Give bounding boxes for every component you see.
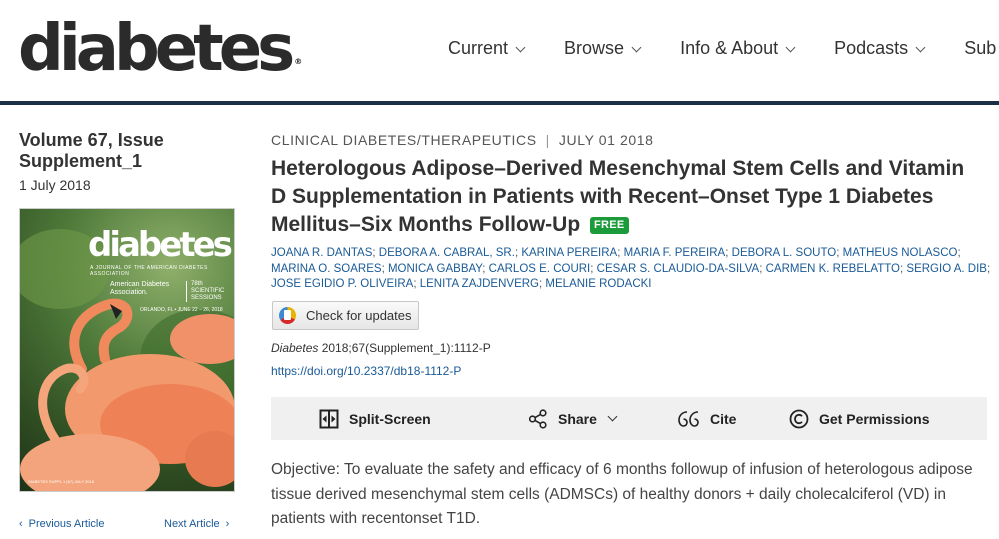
- site-header: diabetes ® Current Browse Info & About Po…: [0, 0, 999, 101]
- issue-date: 1 July 2018: [19, 177, 91, 193]
- author-link[interactable]: JOSE EGIDIO P. OLIVEIRA: [271, 278, 413, 290]
- cover-subtitle: A JOURNAL OF THE AMERICAN DIABETES ASSOC…: [90, 265, 208, 277]
- issue-title[interactable]: Volume 67, Issue Supplement_1: [19, 130, 219, 172]
- author-link[interactable]: MATHEUS NOLASCO: [843, 247, 958, 259]
- author-separator: ;: [986, 262, 991, 275]
- author-separator: ;: [759, 262, 763, 275]
- crossmark-icon: [279, 307, 296, 324]
- author-link[interactable]: MARINA O. SOARES: [271, 263, 382, 275]
- meta-separator: |: [545, 132, 550, 148]
- author-separator: ;: [725, 247, 729, 259]
- author-separator: ;: [590, 262, 594, 275]
- issue-cover-image[interactable]: diabetes A JOURNAL OF THE AMERICAN DIABE…: [19, 208, 235, 492]
- quote-icon: [678, 410, 700, 428]
- author-link[interactable]: CARLOS E. COURI: [489, 263, 591, 275]
- chevron-down-icon: [515, 42, 526, 52]
- author-link[interactable]: SERGIO A. DIB: [906, 263, 987, 275]
- chevron-down-icon: [631, 42, 642, 52]
- author-separator: ;: [836, 247, 840, 259]
- cover-ada-text: American Diabetes Association.: [110, 281, 170, 296]
- citation: Diabetes 2018;67(Supplement_1):1112-P: [271, 341, 491, 355]
- cite-label: Cite: [710, 410, 737, 427]
- share-label: Share: [558, 410, 597, 427]
- get-permissions-button[interactable]: Get Permissions: [789, 397, 930, 440]
- author-separator: ;: [957, 247, 961, 259]
- cite-button[interactable]: Cite: [678, 397, 736, 440]
- split-screen-label: Split-Screen: [349, 410, 431, 427]
- author-link[interactable]: DEBORA L. SOUTO: [732, 247, 837, 259]
- author-link[interactable]: MELANIE RODACKI: [545, 278, 651, 290]
- author-separator: ;: [617, 247, 621, 259]
- check-for-updates-label: Check for updates: [306, 308, 412, 323]
- chevron-right-icon: ›: [225, 518, 230, 530]
- abstract-text: Objective: To evaluate the safety and ef…: [271, 461, 973, 527]
- cover-city-text: ORLANDO, FL • JUNE 22 – 26, 2018: [140, 307, 223, 313]
- check-for-updates-button[interactable]: Check for updates: [272, 301, 419, 330]
- chevron-down-icon: [785, 42, 796, 52]
- author-link[interactable]: KARINA PEREIRA: [521, 247, 617, 259]
- share-button[interactable]: Share: [528, 397, 618, 440]
- nav-subscribe[interactable]: Sub: [964, 38, 996, 59]
- author-list: JOANA R. DANTAS; DEBORA A. CABRAL, SR.; …: [271, 246, 991, 293]
- author-link[interactable]: CESAR S. CLAUDIO-DA-SILVA: [597, 263, 760, 275]
- cover-sessions-text: 78th SCIENTIFIC SESSIONS: [186, 281, 234, 302]
- author-separator: ;: [482, 262, 486, 275]
- cover-code-text: DIABETES SUPPL 1 (67) JULY 2018: [28, 479, 94, 484]
- article-toolbar: Split-Screen Share Cite Get Permissions: [271, 397, 987, 440]
- author-link[interactable]: CARMEN K. REBELATTO: [766, 263, 900, 275]
- get-permissions-label: Get Permissions: [819, 410, 930, 427]
- nav-browse-label: Browse: [564, 38, 625, 58]
- author-separator: ;: [514, 247, 519, 259]
- header-divider: [0, 101, 999, 105]
- author-separator: ;: [539, 278, 543, 290]
- article-title: Heterologous Adipose–Derived Mesenchymal…: [271, 155, 981, 239]
- split-screen-icon: [319, 409, 339, 429]
- next-article-label: Next Article: [164, 518, 220, 530]
- nav-info-about-label: Info & About: [680, 38, 779, 58]
- author-separator: ;: [372, 247, 376, 259]
- share-icon: [528, 408, 548, 429]
- logo-registered-mark: ®: [294, 57, 303, 66]
- author-separator: ;: [900, 262, 904, 275]
- journal-logo[interactable]: diabetes ®: [18, 14, 302, 97]
- nav-podcasts[interactable]: Podcasts: [834, 38, 926, 59]
- nav-current[interactable]: Current: [448, 38, 526, 59]
- chevron-left-icon: ‹: [19, 518, 23, 530]
- logo-text: diabetes: [18, 12, 295, 86]
- author-link[interactable]: DEBORA A. CABRAL, SR.: [379, 247, 515, 259]
- main-nav: Current Browse Info & About Podcasts Sub: [448, 38, 999, 59]
- article-meta: CLINICAL DIABETES/THERAPEUTICS | JULY 01 2…: [271, 132, 654, 148]
- previous-article-label: Previous Article: [28, 518, 105, 530]
- author-separator: ;: [413, 278, 417, 290]
- citation-details: 2018;67(Supplement_1):1112-P: [318, 341, 491, 355]
- cover-logo: diabetes: [88, 225, 233, 265]
- author-link[interactable]: LENITA ZAJDENVERG: [420, 278, 539, 290]
- author-link[interactable]: MARIA F. PEREIRA: [624, 247, 726, 259]
- nav-podcasts-label: Podcasts: [834, 38, 909, 58]
- next-article-link[interactable]: Next Article ›: [164, 518, 229, 530]
- doi-link[interactable]: https://doi.org/10.2337/db18-1112-P: [271, 364, 461, 378]
- free-badge: FREE: [590, 217, 629, 234]
- chevron-down-icon: [915, 42, 926, 52]
- nav-current-label: Current: [448, 38, 509, 58]
- author-link[interactable]: MONICA GABBAY: [388, 263, 482, 275]
- article-date: JULY 01 2018: [558, 132, 654, 148]
- copyright-icon: [789, 409, 809, 429]
- citation-journal: Diabetes: [271, 341, 319, 355]
- chevron-down-icon: [607, 411, 618, 422]
- nav-subscribe-label: Sub: [964, 38, 997, 58]
- previous-article-link[interactable]: ‹ Previous Article: [19, 518, 104, 530]
- author-link[interactable]: JOANA R. DANTAS: [271, 247, 372, 259]
- author-separator: ;: [381, 262, 385, 275]
- split-screen-button[interactable]: Split-Screen: [319, 397, 431, 440]
- nav-browse[interactable]: Browse: [564, 38, 642, 59]
- nav-info-about[interactable]: Info & About: [680, 38, 796, 59]
- article-category[interactable]: CLINICAL DIABETES/THERAPEUTICS: [271, 132, 537, 148]
